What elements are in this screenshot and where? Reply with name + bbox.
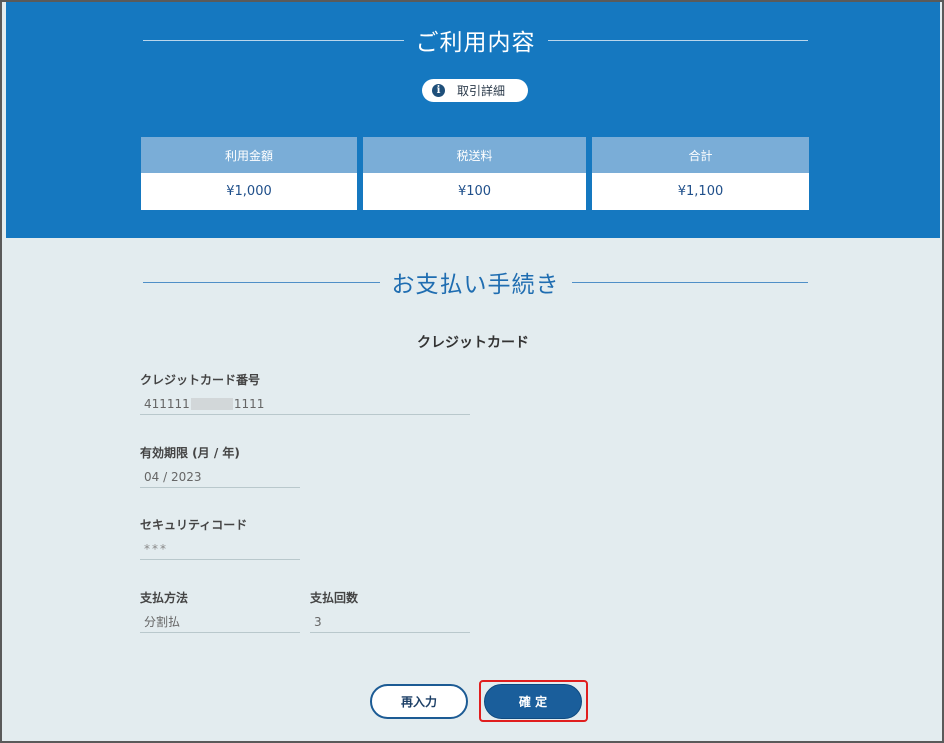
pay-method-label: 支払方法 xyxy=(140,591,189,605)
transaction-detail-button[interactable]: i 取引詳細 xyxy=(422,79,528,102)
card-number-mask xyxy=(190,397,233,410)
amount-card-value: ¥1,000 xyxy=(226,184,272,199)
amount-card-label: 税送料 xyxy=(363,137,586,173)
amount-card-label: 合計 xyxy=(592,137,809,173)
confirm-button[interactable]: 確 定 xyxy=(484,684,582,719)
expiry-value: 04 / 2023 xyxy=(144,469,202,484)
card-number-prefix: 411111 xyxy=(144,396,190,411)
card-number-label: クレジットカード番号 xyxy=(140,373,261,387)
reenter-button[interactable]: 再入力 xyxy=(370,684,468,719)
expiry-field[interactable]: 04 / 2023 xyxy=(140,466,300,488)
heading-rule-left xyxy=(143,39,404,41)
usage-heading: ご利用内容 xyxy=(143,22,808,58)
info-icon: i xyxy=(432,84,445,97)
amount-card-label: 利用金額 xyxy=(141,137,357,173)
payment-method-title: クレジットカード xyxy=(417,335,529,351)
pay-method-value: 分割払 xyxy=(144,615,181,629)
heading-rule-right xyxy=(547,39,808,41)
expiry-label: 有効期限 (月 / 年) xyxy=(140,446,240,460)
amount-card-total: 合計 ¥1,100 xyxy=(592,137,809,210)
heading-rule-right xyxy=(571,281,808,283)
usage-title: ご利用内容 xyxy=(415,30,536,56)
installments-value: 3 xyxy=(314,614,322,629)
browser-frame: ご利用内容 i 取引詳細 利用金額 ¥1,000 税送料 ¥100 合計 ¥1,… xyxy=(0,0,944,743)
payment-heading: お支払い手続き xyxy=(143,264,808,300)
card-number-suffix: 1111 xyxy=(233,396,265,411)
payment-title: お支払い手続き xyxy=(391,272,560,298)
usage-section: ご利用内容 i 取引詳細 利用金額 ¥1,000 税送料 ¥100 合計 ¥1,… xyxy=(6,2,940,238)
security-code-label: セキュリティコード xyxy=(140,518,248,532)
security-code-field[interactable]: *** xyxy=(140,538,300,560)
installments-label: 支払回数 xyxy=(310,591,359,605)
heading-rule-left xyxy=(143,281,380,283)
security-code-value: *** xyxy=(144,541,168,556)
transaction-detail-label: 取引詳細 xyxy=(457,84,506,98)
amount-card-usage: 利用金額 ¥1,000 xyxy=(141,137,357,210)
amount-card-fee: 税送料 ¥100 xyxy=(363,137,586,210)
installments-field[interactable]: 3 xyxy=(310,611,470,633)
pay-method-field[interactable]: 分割払 xyxy=(140,611,300,633)
amount-card-value: ¥100 xyxy=(457,184,492,199)
card-number-field[interactable]: 411111 1111 xyxy=(140,393,470,415)
payment-page: ご利用内容 i 取引詳細 利用金額 ¥1,000 税送料 ¥100 合計 ¥1,… xyxy=(6,2,940,741)
amount-card-value: ¥1,100 xyxy=(677,184,724,199)
